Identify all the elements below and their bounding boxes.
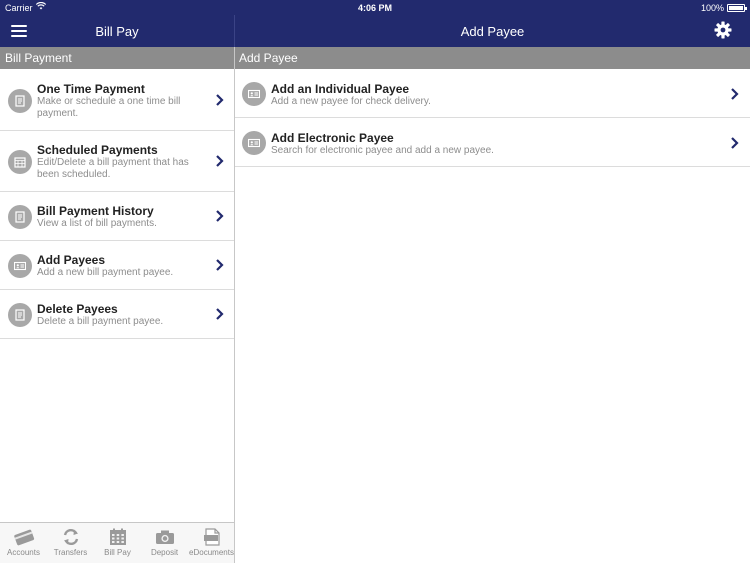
option-title: Add an Individual Payee xyxy=(271,82,410,96)
tab-bill-pay[interactable]: Bill Pay xyxy=(94,523,141,563)
id-card-icon xyxy=(8,254,32,278)
tab-label: Transfers xyxy=(53,548,88,557)
menu-item-delete-payees[interactable]: Delete Payees Delete a bill payment paye… xyxy=(0,290,234,339)
menu-item-bill-payment-history[interactable]: Bill Payment History View a list of bill… xyxy=(0,192,234,241)
id-card-icon xyxy=(242,131,266,155)
tab-bar: Accounts Transfers Bill Pay Deposit eDoc… xyxy=(0,522,234,563)
tab-edocuments[interactable]: eDocuments xyxy=(188,523,235,563)
calendar-icon xyxy=(8,150,32,174)
menu-item-scheduled-payments[interactable]: Scheduled Payments Edit/Delete a bill pa… xyxy=(0,131,234,192)
option-title: Add Electronic Payee xyxy=(271,131,394,145)
option-add-individual-payee[interactable]: Add an Individual Payee Add a new payee … xyxy=(235,69,750,118)
tab-label: Bill Pay xyxy=(104,548,131,557)
option-description: Search for electronic payee and add a ne… xyxy=(271,145,494,156)
menu-item-description: View a list of bill payments. xyxy=(37,218,157,229)
chevron-right-icon xyxy=(216,308,224,320)
add-payee-options: Add an Individual Payee Add a new payee … xyxy=(235,69,750,167)
menu-item-title: Add Payees xyxy=(37,253,106,267)
chevron-right-icon xyxy=(216,94,224,106)
tab-deposit[interactable]: Deposit xyxy=(141,523,188,563)
menu-item-add-payees[interactable]: Add Payees Add a new bill payment payee. xyxy=(0,241,234,290)
right-pane-title: Add Payee xyxy=(460,24,525,39)
battery-percentage: 100% xyxy=(700,3,724,13)
menu-item-description: Delete a bill payment payee. xyxy=(37,316,164,327)
menu-item-description-line2: been scheduled. xyxy=(37,169,111,180)
chevron-right-icon xyxy=(216,210,224,222)
left-pane-title: Bill Pay xyxy=(95,24,139,39)
card-icon xyxy=(13,529,34,546)
pdf-icon xyxy=(203,528,220,546)
document-icon xyxy=(8,205,32,229)
tab-accounts[interactable]: Accounts xyxy=(0,523,47,563)
tab-label: Accounts xyxy=(7,548,40,557)
menu-item-description-line2: payment. xyxy=(37,108,79,119)
menu-item-description: Add a new bill payment payee. xyxy=(37,267,174,278)
camera-icon xyxy=(155,530,174,544)
clock: 4:06 PM xyxy=(357,3,392,13)
calendar-icon xyxy=(109,528,126,545)
bill-pay-menu: One Time Payment Make or schedule a one … xyxy=(0,69,234,339)
menu-item-title: Bill Payment History xyxy=(37,204,154,218)
menu-item-one-time-payment[interactable]: One Time Payment Make or schedule a one … xyxy=(0,69,234,131)
menu-item-title: One Time Payment xyxy=(37,82,145,96)
chevron-right-icon xyxy=(731,137,739,149)
transfer-icon xyxy=(63,528,78,546)
settings-gear-icon[interactable] xyxy=(714,21,732,39)
chevron-right-icon xyxy=(216,155,224,167)
menu-item-description: Make or schedule a one time bill xyxy=(37,96,181,107)
chevron-right-icon xyxy=(216,259,224,271)
tab-transfers[interactable]: Transfers xyxy=(47,523,94,563)
menu-item-description: Edit/Delete a bill payment that has xyxy=(37,157,189,168)
menu-item-title: Scheduled Payments xyxy=(37,143,158,157)
tab-label: eDocuments xyxy=(189,548,234,557)
left-section-header: Bill Payment xyxy=(0,47,234,69)
menu-item-title: Delete Payees xyxy=(37,302,118,316)
document-icon xyxy=(8,89,32,113)
option-description: Add a new payee for check delivery. xyxy=(271,96,431,107)
document-icon xyxy=(8,303,32,327)
chevron-right-icon xyxy=(731,88,739,100)
right-section-header: Add Payee xyxy=(235,47,750,69)
tab-label: Deposit xyxy=(150,548,179,557)
option-add-electronic-payee[interactable]: Add Electronic Payee Search for electron… xyxy=(235,118,750,167)
id-card-icon xyxy=(242,82,266,106)
battery-icon xyxy=(727,4,747,12)
status-bar: Carrier 4:06 PM 100% xyxy=(0,0,750,15)
